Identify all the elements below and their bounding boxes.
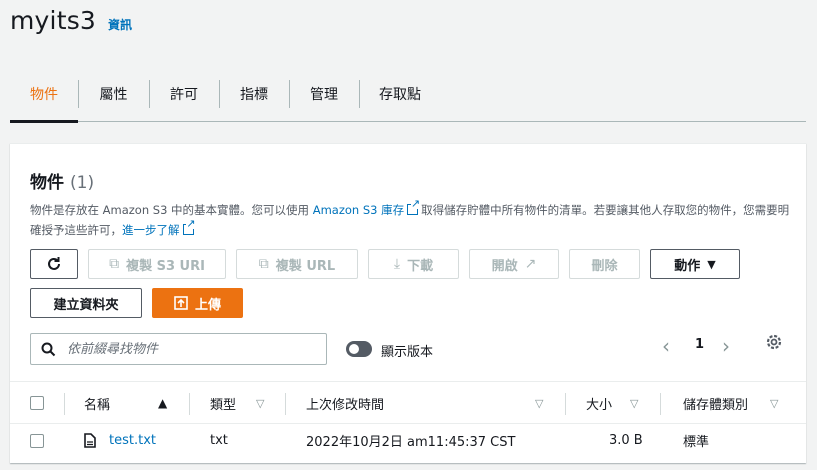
upload-icon [174, 296, 188, 310]
object-type: txt [210, 433, 228, 448]
inventory-link[interactable]: Amazon S3 庫存 [313, 203, 404, 217]
current-page-number[interactable]: 1 [695, 337, 704, 352]
upload-button[interactable]: 上傳 [152, 288, 243, 318]
learn-more-link[interactable]: 進一步了解 [122, 223, 180, 237]
panel-title: 物件 (1) [30, 168, 94, 193]
sort-icon[interactable]: ▽ [630, 397, 638, 410]
download-button[interactable]: ⤓ 下載 [368, 249, 459, 279]
create-folder-button[interactable]: 建立資料夾 [30, 288, 142, 318]
show-versions-toggle[interactable] [346, 341, 372, 357]
table-row[interactable]: test.txt txt 2022年10月2日 am11:45:37 CST 3… [10, 424, 806, 457]
column-header-storage-class[interactable]: 儲存體類別 [683, 382, 748, 425]
row-checkbox[interactable] [30, 434, 44, 448]
column-divider [565, 393, 566, 415]
column-divider [64, 393, 65, 415]
copy-icon: ⧉ [258, 256, 269, 272]
column-header-name[interactable]: 名稱 [84, 382, 110, 425]
table-header: 名稱 ▲ 類型 ▽ 上次修改時間 ▽ 大小 ▽ 儲存體類別 ▽ [10, 381, 806, 424]
external-link-icon [407, 198, 421, 215]
download-icon: ⤓ [393, 256, 401, 272]
object-count: (1) [70, 173, 95, 193]
actions-label: 動作 [674, 258, 701, 274]
copy-s3-uri-button[interactable]: ⧉ 複製 S3 URI [88, 249, 226, 279]
show-versions-label: 顯示版本 [381, 345, 434, 360]
open-label: 開啟 [491, 258, 518, 274]
tab-access-points[interactable]: 存取點 [359, 66, 441, 122]
create-folder-label: 建立資料夾 [53, 297, 119, 313]
sort-icon[interactable]: ▽ [256, 397, 264, 410]
sort-icon[interactable]: ▽ [535, 397, 543, 410]
tab-bar: 物件 屬性 許可 指標 管理 存取點 [10, 66, 806, 123]
copy-icon: ⧉ [109, 256, 120, 272]
page-header: myits3 資訊 [10, 6, 132, 35]
column-divider [189, 393, 190, 415]
tab-properties[interactable]: 屬性 [78, 66, 149, 122]
tab-permissions[interactable]: 許可 [149, 66, 219, 122]
search-box[interactable] [30, 333, 327, 365]
column-header-type[interactable]: 類型 [210, 382, 236, 425]
panel-description: 物件是存放在 Amazon S3 中的基本實體。您可以使用 Amazon S3 … [30, 198, 790, 240]
delete-button[interactable]: 刪除 [569, 249, 640, 279]
settings-gear-icon[interactable] [765, 333, 783, 355]
object-storage-class: 標準 [683, 435, 710, 450]
select-all-checkbox[interactable] [30, 396, 44, 410]
info-link[interactable]: 資訊 [108, 16, 132, 33]
object-size: 3.0 B [609, 433, 643, 448]
upload-label: 上傳 [194, 297, 221, 313]
next-page-icon[interactable]: › [722, 334, 730, 358]
panel-title-text: 物件 [30, 173, 64, 193]
column-header-last-modified[interactable]: 上次修改時間 [306, 382, 384, 425]
copy-url-button[interactable]: ⧉ 複製 URL [236, 249, 358, 279]
column-divider [660, 393, 661, 415]
download-label: 下載 [407, 258, 434, 274]
caret-down-icon: ▼ [707, 257, 716, 271]
column-header-size[interactable]: 大小 [586, 382, 612, 425]
copy-url-label: 複製 URL [275, 258, 336, 274]
sort-ascending-icon[interactable]: ▲ [158, 396, 167, 410]
copy-s3-uri-label: 複製 S3 URI [126, 258, 205, 274]
description-text: 物件是存放在 Amazon S3 中的基本實體。您可以使用 [30, 203, 310, 217]
object-name-link[interactable]: test.txt [109, 424, 156, 457]
file-icon [84, 424, 96, 457]
actions-dropdown[interactable]: 動作 ▼ [650, 249, 740, 279]
page-title: myits3 [10, 6, 97, 35]
sort-icon[interactable]: ▽ [770, 397, 778, 410]
tab-metrics[interactable]: 指標 [219, 66, 289, 122]
tab-objects[interactable]: 物件 [10, 66, 78, 123]
refresh-icon [48, 257, 60, 270]
external-link-icon [182, 218, 196, 235]
search-input[interactable] [65, 340, 315, 358]
delete-label: 刪除 [591, 258, 618, 274]
tab-management[interactable]: 管理 [289, 66, 359, 122]
external-link-icon: ↗ [524, 256, 537, 272]
open-button[interactable]: 開啟 ↗ [469, 249, 559, 279]
previous-page-icon[interactable]: ‹ [662, 334, 670, 358]
search-icon [31, 342, 65, 357]
column-divider [285, 393, 286, 415]
object-last-modified: 2022年10月2日 am11:45:37 CST [306, 435, 516, 450]
objects-panel: 物件 (1) 物件是存放在 Amazon S3 中的基本實體。您可以使用 Amaz… [10, 143, 806, 463]
refresh-button[interactable] [30, 249, 78, 279]
